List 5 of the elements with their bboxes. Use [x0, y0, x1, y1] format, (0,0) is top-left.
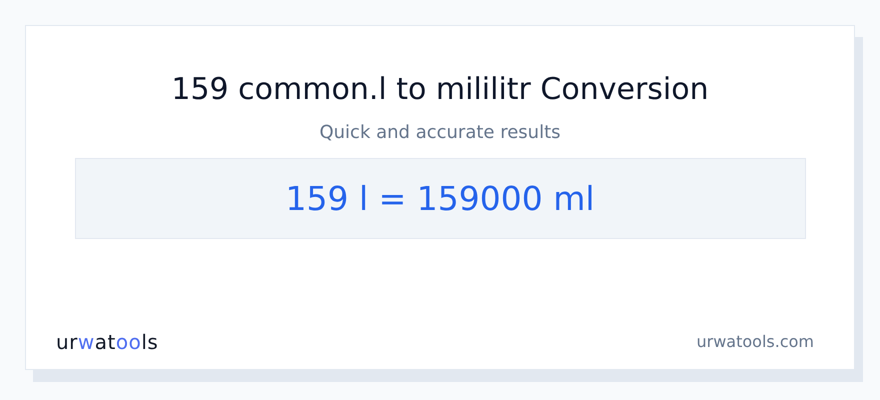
page-title: 159 common.l to mililitr Conversion — [171, 71, 709, 109]
site-url: urwatools.com — [696, 331, 814, 353]
subtitle: Quick and accurate results — [319, 121, 561, 145]
conversion-result: 159 l = 159000 ml — [285, 178, 595, 220]
logo: urwatools — [56, 329, 158, 356]
